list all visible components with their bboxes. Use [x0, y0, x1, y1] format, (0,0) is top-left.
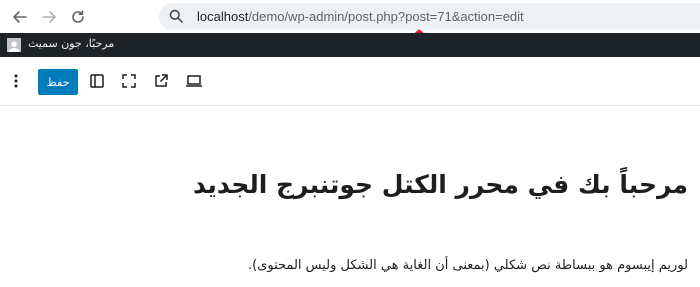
- post-title[interactable]: مرحباً بك في محرر الكتل جوتنبرج الجديد: [193, 170, 688, 199]
- options-button[interactable]: [5, 70, 27, 92]
- user-avatar-icon: [7, 39, 21, 52]
- arrow-left-icon: [13, 11, 27, 23]
- settings-sidebar-button[interactable]: [86, 70, 108, 92]
- reload-button[interactable]: [66, 6, 90, 28]
- view-post-button[interactable]: [150, 70, 172, 92]
- more-vertical-icon: [14, 74, 18, 88]
- url-path: /demo/wp-admin/post.php?post=71&action=e…: [248, 9, 524, 24]
- reload-icon: [72, 10, 84, 23]
- external-link-icon: [155, 74, 168, 87]
- paragraph-block[interactable]: لوريم إيبسوم هو ببساطة نص شكلي (بمعنى أن…: [248, 258, 688, 273]
- fullscreen-icon: [122, 74, 136, 88]
- save-button[interactable]: حفظ: [38, 69, 78, 95]
- preview-button[interactable]: [183, 70, 205, 92]
- editor-toolbar: حفظ: [0, 57, 700, 106]
- desktop-preview-icon: [186, 75, 202, 87]
- editor-canvas: مرحباً بك في محرر الكتل جوتنبرج الجديد ل…: [0, 106, 700, 287]
- browser-toolbar: localhost/demo/wp-admin/post.php?post=71…: [0, 0, 700, 33]
- address-bar[interactable]: localhost/demo/wp-admin/post.php?post=71…: [159, 3, 700, 30]
- avatar[interactable]: [7, 38, 21, 52]
- wp-admin-bar: مرحبًا، جون سميث: [0, 33, 700, 57]
- search-icon: [169, 9, 183, 23]
- back-button[interactable]: [8, 6, 32, 28]
- forward-button[interactable]: [37, 6, 61, 28]
- url-host: localhost: [197, 9, 249, 24]
- admin-bar-greeting[interactable]: مرحبًا، جون سميث: [28, 37, 114, 50]
- url-text[interactable]: localhost/demo/wp-admin/post.php?post=71…: [197, 9, 524, 24]
- fullscreen-button[interactable]: [118, 70, 140, 92]
- sidebar-toggle-icon: [90, 74, 104, 88]
- arrow-right-icon: [42, 11, 56, 23]
